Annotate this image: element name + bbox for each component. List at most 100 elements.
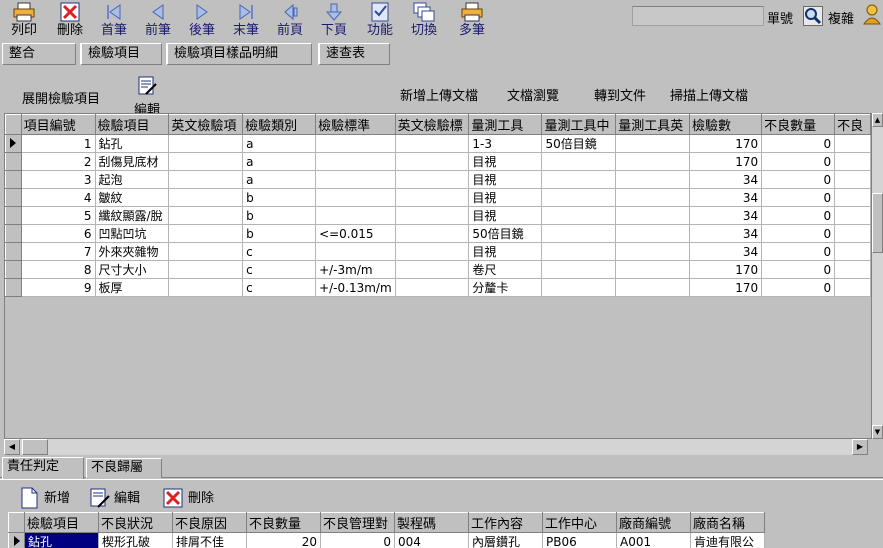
table-cell[interactable]: 34 [688,242,763,261]
table-cell[interactable]: a [242,134,317,153]
table-cell[interactable]: 目視 [468,206,543,225]
table-cell[interactable] [168,170,244,189]
table-cell[interactable]: 目視 [468,188,543,207]
column-header[interactable]: 檢驗類別 [242,114,317,135]
scroll-thumb[interactable] [872,193,883,253]
scan-upload-link[interactable]: 掃描上傳文檔 [670,85,748,104]
table-cell[interactable] [834,170,871,189]
table-row[interactable]: 2 刮傷見底材 a 目視 170 0 [5,152,871,171]
table-cell[interactable] [315,170,396,189]
row-indicator[interactable] [5,260,22,279]
table-cell[interactable] [168,206,244,225]
table-cell[interactable]: 34 [688,170,763,189]
table-row[interactable]: 6 凹點凹坑 b <=0.015 50倍目鏡 34 0 [5,224,871,243]
table-cell[interactable] [541,206,617,225]
table-row[interactable]: 4 皺紋 b 目視 34 0 [5,188,871,207]
table-cell[interactable] [834,224,871,243]
table-cell[interactable]: 0 [761,206,836,225]
first-button[interactable]: 首筆 [94,2,134,42]
scroll-left-button[interactable]: ◀ [4,439,20,455]
table-cell[interactable] [394,188,470,207]
scroll-down-button[interactable]: ▼ [872,425,883,439]
column-header[interactable]: 不良數量 [761,114,836,135]
tab-defect-attribution[interactable]: 不良歸屬 [86,458,162,478]
table-cell[interactable]: b [242,188,317,207]
column-header[interactable]: 廠商編號 [616,512,691,533]
expand-inspection-items-label[interactable]: 展開檢驗項目 [22,88,100,107]
table-cell[interactable]: 0 [761,188,836,207]
table-cell[interactable]: 板厚 [94,278,170,297]
table-cell[interactable]: 20 [246,532,321,548]
table-cell[interactable] [168,152,244,171]
add-button[interactable]: 新增 [18,487,80,509]
table-cell[interactable] [834,278,871,297]
row-indicator[interactable] [5,242,22,261]
column-header[interactable]: 項目編號 [20,114,96,135]
search-button[interactable] [803,6,823,26]
table-cell[interactable] [168,224,244,243]
scroll-up-button[interactable]: ▲ [872,113,883,127]
column-header[interactable]: 檢驗項目 [24,512,99,533]
scroll-thumb-h[interactable] [22,439,48,455]
table-cell[interactable]: 4 [20,188,96,207]
table-cell[interactable] [394,224,470,243]
table-cell[interactable] [541,224,617,243]
table-cell[interactable] [834,152,871,171]
table-cell[interactable] [394,278,470,297]
table-cell[interactable]: 0 [761,170,836,189]
row-indicator[interactable] [5,206,22,225]
table-cell[interactable]: b [242,206,317,225]
table-cell[interactable]: 170 [688,278,763,297]
table-cell[interactable]: 排屑不佳 [172,532,247,548]
table-cell[interactable] [315,152,396,171]
table-row[interactable]: 7 外來夾雜物 c 目視 34 0 [5,242,871,261]
upload-doc-link[interactable]: 新增上傳文檔 [400,85,478,104]
table-cell[interactable]: 0 [761,278,836,297]
table-cell[interactable] [615,152,690,171]
table-row[interactable]: 9 板厚 c +/-0.13m/m 分釐卡 170 0 [5,278,871,297]
table-cell[interactable]: a [242,152,317,171]
table-cell[interactable] [315,242,396,261]
table-cell[interactable]: 6 [20,224,96,243]
table-cell[interactable] [615,260,690,279]
table-cell[interactable] [834,242,871,261]
table-cell[interactable]: A001 [616,532,691,548]
goto-file-link[interactable]: 轉到文件 [594,85,646,104]
table-cell[interactable]: 170 [688,152,763,171]
table-cell[interactable] [394,242,470,261]
table-cell[interactable]: +/-3m/m [315,260,396,279]
table-cell[interactable]: <=0.015 [315,224,396,243]
table-row[interactable]: 1 鉆孔 a 1-3 50倍目鏡 170 0 [5,134,871,153]
table-cell[interactable] [615,242,690,261]
table-cell[interactable]: 34 [688,206,763,225]
table-cell[interactable] [315,206,396,225]
table-cell[interactable]: 170 [688,260,763,279]
tab-inspection-items[interactable]: 檢驗項目 [80,43,162,65]
table-cell[interactable]: PB06 [542,532,617,548]
table-cell[interactable] [315,134,396,153]
table-cell[interactable]: a [242,170,317,189]
scroll-right-button[interactable]: ▶ [852,439,868,455]
column-header[interactable]: 工作內容 [468,512,543,533]
delete-button[interactable]: 刪除 [50,2,90,42]
column-header[interactable]: 檢驗數 [688,114,763,135]
switch-button[interactable]: 切換 [404,2,444,42]
row-indicator[interactable] [5,188,22,207]
table-row[interactable]: 8 尺寸大小 c +/-3m/m 卷尺 170 0 [5,260,871,279]
inspection-grid[interactable]: 項目編號 檢驗項目 英文檢驗項 檢驗類別 檢驗標準 英文檢驗標 量測工具 量測工具中 量測工具英… [4,113,872,439]
table-row[interactable]: 5 纖紋顯露/脫 b 目視 34 0 [5,206,871,225]
table-cell[interactable]: 9 [20,278,96,297]
table-cell[interactable] [394,170,470,189]
column-header[interactable]: 不良狀況 [98,512,173,533]
table-cell[interactable]: b [242,224,317,243]
multi-button[interactable]: 多筆 [452,2,492,42]
table-row[interactable]: 鉆孔 楔形孔破 排屑不佳 20 0 004 內層鑽孔 PB06 A001 肯迪有限公 [8,532,765,548]
grid-horizontal-scrollbar[interactable]: ◀ ▶ [4,439,868,455]
table-cell[interactable]: 尺寸大小 [94,260,170,279]
tab-integrate[interactable]: 整合 [2,43,76,65]
table-cell[interactable] [541,170,617,189]
delete-detail-button[interactable]: 刪除 [162,487,228,509]
current-row-indicator[interactable] [8,532,25,548]
print-button[interactable]: 列印 [4,2,44,42]
table-cell[interactable]: 0 [761,224,836,243]
